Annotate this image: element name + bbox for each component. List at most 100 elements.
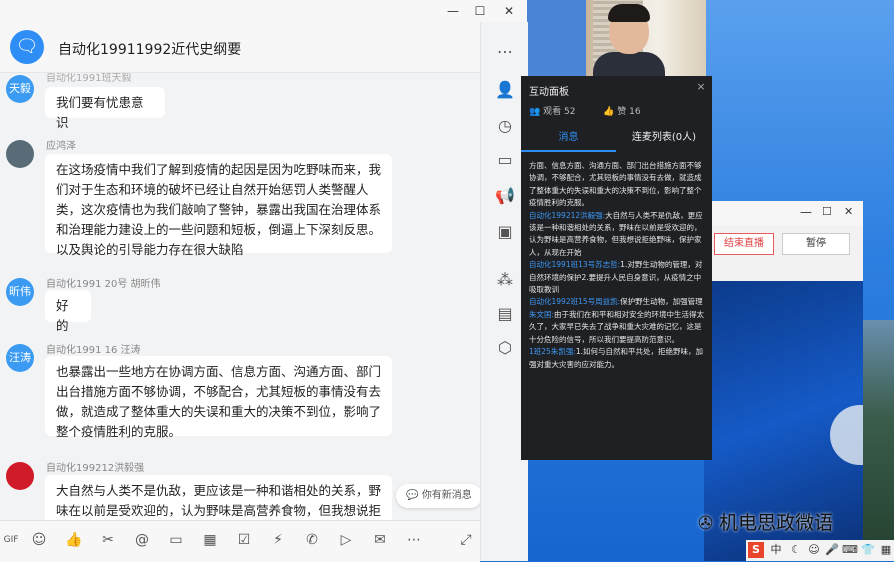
panel-message: 自动化1992班15号周益凯:保护野生动物，加强管理 [529, 296, 707, 308]
like-icon[interactable]: 👍 [63, 529, 85, 551]
close-icon[interactable]: ✕ [844, 205, 853, 218]
panel-message-sender: 自动化199212洪毅强: [529, 210, 606, 220]
calendar-icon[interactable]: ▦ [199, 529, 221, 551]
panel-message-sender: 1班25朱凯强: [529, 347, 576, 357]
close-icon[interactable]: × [694, 80, 708, 94]
grid-icon[interactable]: ▦ [878, 542, 894, 558]
more-icon[interactable]: ⋯ [493, 40, 517, 64]
lightning-icon[interactable]: ⚡ [267, 529, 289, 551]
likes-label: 赞 [617, 107, 627, 117]
live-control-window: — ☐ ✕ 结束直播 暂停 [704, 201, 863, 561]
new-message-icon: 💬 [406, 490, 419, 501]
panel-message: 自动化199212洪毅强:大自然与人类不是仇敌，更应该是一种和谐相处的关系，野味… [529, 210, 707, 260]
more-icon[interactable]: ⋯ [403, 529, 425, 551]
emoji-icon[interactable]: ☺ [806, 542, 822, 558]
avatar[interactable] [6, 140, 34, 168]
live-window-titlebar: — ☐ ✕ [704, 201, 863, 225]
shirt-icon[interactable]: 👕 [860, 542, 876, 558]
tab-messages[interactable]: 消息 [521, 128, 616, 152]
mic-icon[interactable]: 🎤 [824, 542, 840, 558]
maximize-icon[interactable]: ☐ [822, 205, 832, 218]
phone-icon[interactable]: ✆ [301, 529, 323, 551]
panel-message: 自动化1991班13号苏志哲:1.对野生动物的管理，对自然环境的保护2.要提升人… [529, 259, 707, 296]
chat-titlebar: — ☐ ✕ [0, 0, 527, 22]
panel-message-sender: 自动化1992班15号周益凯: [529, 297, 621, 307]
pause-button[interactable]: 暂停 [782, 233, 850, 255]
moon-icon[interactable]: ☾ [788, 542, 804, 558]
message-sender: 自动化199212洪毅强 [46, 463, 145, 474]
wallpaper-mountain [863, 320, 894, 561]
panel-message: 朱文国:由于我们在和平和相对安全的环境中生活得太久了，大家早已失去了战争和重大灾… [529, 309, 707, 346]
panel-tabs: 消息 连麦列表(0人) [521, 128, 712, 152]
expand-icon[interactable]: ⤢ [455, 529, 477, 551]
mention-icon[interactable]: @ [131, 529, 153, 551]
avatar[interactable]: 天毅 [6, 75, 34, 103]
scissors-icon[interactable]: ✂ [97, 529, 119, 551]
keyboard-icon[interactable]: ⌨ [842, 542, 858, 558]
end-live-button[interactable]: 结束直播 [714, 233, 774, 255]
system-tray: S 中 ☾ ☺ 🎤 ⌨ 👕 ▦ [746, 540, 894, 561]
new-message-notice[interactable]: 💬 你有新消息 [396, 484, 482, 508]
box-icon[interactable]: ⬡ [493, 336, 517, 360]
panel-message-text: 由于我们在和平和相对安全的环境中生活得太久了，大家早已失去了战争和重大灾难的记忆… [529, 309, 705, 344]
watermark-text: 机电思政微语 [719, 512, 834, 534]
add-member-icon[interactable]: 👤 [493, 78, 517, 102]
new-message-label: 你有新消息 [421, 490, 472, 501]
message-bubble[interactable]: 好的 [45, 290, 91, 333]
message-sender: 自动化1991班天毅 [46, 73, 132, 84]
watermark: ✇ 机电思政微语 [698, 508, 833, 535]
chat-header: 🗨 自动化19911992近代史纲要 [0, 22, 480, 73]
likes-count: 16 [629, 107, 641, 117]
message-bubble[interactable]: 也暴露出一些地方在协调方面、信息方面、沟通方面、部门出台措施方面不够协调，不够配… [45, 356, 392, 439]
emoji-icon[interactable]: ☺ [28, 529, 50, 551]
avatar[interactable] [6, 462, 34, 490]
checkbox-icon[interactable]: ☑ [233, 529, 255, 551]
like-icon: 👍 [603, 107, 615, 117]
message-bubble[interactable]: 大自然与人类不是仇敌，更应该是一种和谐相处的关系，野味在以前是受欢迎的，认为野味… [45, 475, 392, 520]
avatar[interactable]: 汪涛 [6, 344, 34, 372]
sogou-icon[interactable]: S [748, 542, 764, 558]
interaction-panel: 互动面板 × 👥 观看 52 👍 赞 16 消息 连麦列表(0人) 方面、信息方… [521, 76, 712, 460]
mail-icon[interactable]: ✉ [369, 529, 391, 551]
ime-language[interactable]: 中 [768, 542, 784, 558]
panel-message: 1班25朱凯强:1.如何与自然和平共处，拒绝野味，加强对重大灾害的应对能力。 [529, 346, 707, 371]
video-window-glass [527, 0, 586, 76]
file-icon[interactable]: ▭ [165, 529, 187, 551]
tab-mic-list[interactable]: 连麦列表(0人) [616, 128, 712, 150]
panel-message-list: 方面、信息方面、沟通方面、部门出台措施方面不够协调，不够配合，尤其短板的事情没有… [529, 160, 707, 371]
message-bubble[interactable]: 在这场疫情中我们了解到疫情的起因是因为吃野味而来，我们对于生态和环境的破坏已经让… [45, 154, 392, 257]
history-icon[interactable]: ◷ [493, 114, 517, 138]
video-person-hair [608, 4, 650, 22]
message-sender: 自动化1991 20号 胡昕伟 [46, 279, 161, 290]
panel-message-text: 保护野生动物，加强管理 [620, 297, 703, 307]
message-sender: 应鸿泽 [46, 141, 76, 152]
live-tv-icon[interactable]: ▣ [493, 220, 517, 244]
message-list: 天毅 自动化1991班天毅 我们要有忧患意识 应鸿泽 在这场疫情中我们了解到疫情… [0, 73, 480, 520]
message-sender: 自动化1991 16 汪涛 [46, 345, 141, 356]
viewers-icon: 👥 [529, 107, 541, 117]
minimize-icon[interactable]: — [440, 2, 466, 20]
folder-icon[interactable]: ▭ [493, 148, 517, 172]
wechat-icon: ✇ [698, 513, 714, 534]
input-toolbar: GIF ☺ 👍 ✂ @ ▭ ▦ ☑ ⚡ ✆ ▷ ✉ ⋯ ⤢ [0, 520, 480, 562]
panel-stats: 👥 观看 52 👍 赞 16 [529, 104, 641, 117]
viewers-label: 观看 [543, 107, 562, 117]
avatar[interactable]: 昕伟 [6, 278, 34, 306]
group-avatar-icon[interactable]: 🗨 [10, 30, 44, 64]
video-icon[interactable]: ▷ [335, 529, 357, 551]
minimize-icon[interactable]: — [800, 205, 812, 219]
panel-message-sender: 自动化1991班13号苏志哲: [529, 260, 621, 270]
panel-message-sender: 朱文国: [529, 309, 555, 319]
close-icon[interactable]: ✕ [496, 2, 522, 20]
message-bubble[interactable]: 我们要有忧患意识 [45, 87, 165, 130]
apps-icon[interactable]: ⁂ [493, 268, 517, 292]
chat-window: — ☐ ✕ 🗨 自动化19911992近代史纲要 天毅 自动化1991班天毅 我… [0, 0, 528, 562]
announcement-icon[interactable]: 📢 [493, 184, 517, 208]
viewers-count: 52 [563, 107, 576, 117]
maximize-icon[interactable]: ☐ [467, 2, 493, 20]
notebook-icon[interactable]: ▤ [493, 302, 517, 326]
group-title[interactable]: 自动化19911992近代史纲要 [58, 39, 241, 59]
gif-icon[interactable]: GIF [0, 529, 22, 551]
panel-title: 互动面板 [529, 87, 569, 98]
panel-message: 方面、信息方面、沟通方面、部门出台措施方面不够协调，不够配合，尤其短板的事情没有… [529, 161, 702, 208]
